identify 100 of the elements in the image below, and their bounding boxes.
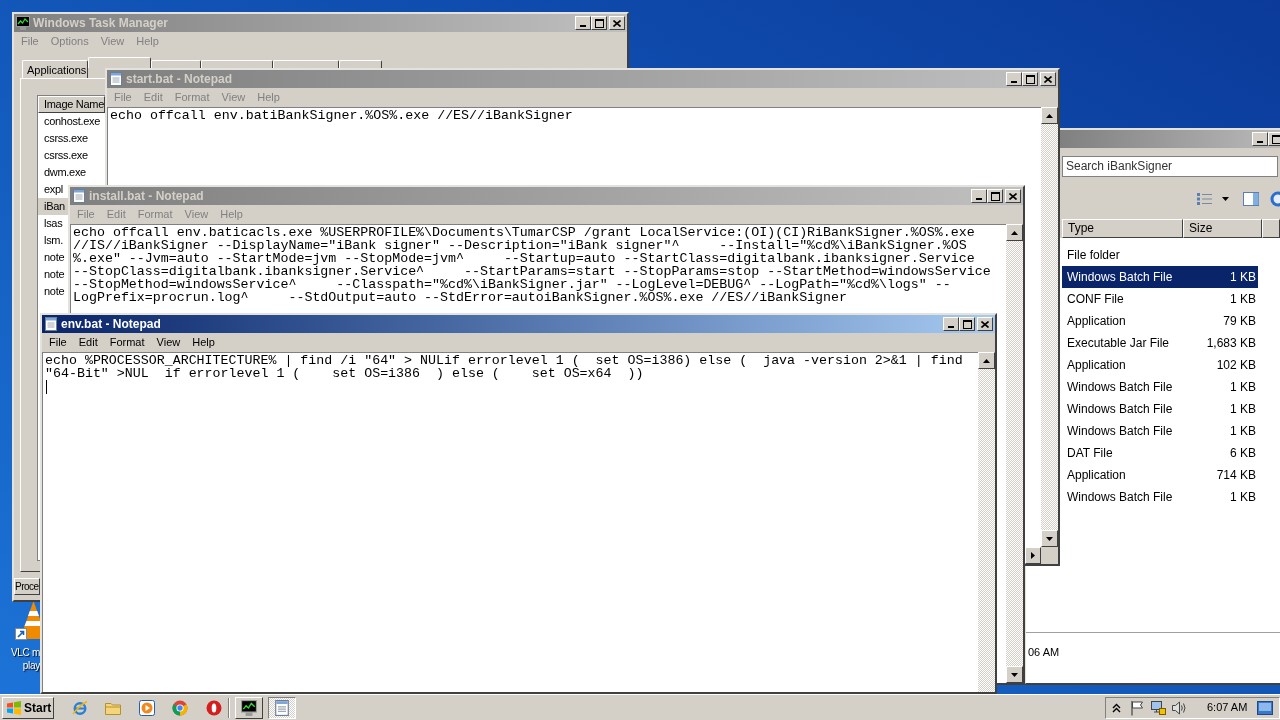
circle-icon[interactable] [1270, 191, 1280, 207]
shortcut-arrow-icon [15, 628, 27, 640]
file-row[interactable]: CONF File 1 KB [1062, 288, 1258, 310]
shortcut-label[interactable]: play [22, 659, 40, 672]
file-type: Application [1066, 357, 1127, 374]
maximize-button[interactable] [1022, 72, 1038, 86]
column-header[interactable]: Size [1183, 219, 1262, 238]
column-header[interactable] [1262, 219, 1280, 238]
text-line: --StopClass=digitalbank.ibanksigner.Service^ --StartParams=start --StopParams=stop --StartMethod=windowsService [73, 265, 991, 278]
list-view-icon[interactable] [1196, 192, 1212, 206]
flag-icon[interactable] [1130, 699, 1144, 716]
file-row[interactable]: Windows Batch File 1 KB [1062, 420, 1258, 442]
process-row[interactable]: dwm.exe [38, 164, 105, 181]
process-row[interactable]: note [38, 283, 68, 300]
up-arrow-icon [1046, 113, 1053, 118]
scroll-up-button[interactable] [978, 352, 995, 369]
process-row[interactable]: csrss.exe [38, 147, 105, 164]
column-header[interactable]: Image Name [38, 96, 105, 113]
preview-pane-icon[interactable] [1243, 192, 1259, 206]
file-row[interactable]: Windows Batch File 1 KB [1062, 398, 1258, 420]
window-title: Windows Task Manager [33, 16, 169, 30]
scroll-down-button[interactable] [1006, 666, 1023, 683]
segmented-circle-icon[interactable] [172, 699, 188, 716]
windows-logo-icon [6, 699, 22, 716]
close-button[interactable] [1040, 72, 1056, 86]
window-title: start.bat - Notepad [126, 72, 232, 86]
close-button[interactable] [977, 317, 993, 331]
tab[interactable]: Applications [22, 60, 88, 78]
process-button[interactable]: Proce [14, 577, 40, 595]
text-line: echo offcall env.batiBankSigner.%OS%.exe //ES//iBankSigner [110, 109, 573, 122]
text-line: //IS//iBankSigner --DisplayName="iBank signer" --Description="iBank signer"^ --Install="%cd%\iBankSigner.%OS [73, 239, 967, 252]
process-row[interactable]: iBan [38, 198, 68, 215]
file-row[interactable]: Windows Batch File 1 KB [1062, 266, 1258, 288]
file-row[interactable]: Application 102 KB [1062, 354, 1258, 376]
process-row[interactable]: expl [38, 181, 68, 198]
file-row[interactable]: File folder [1062, 244, 1258, 266]
window-title: env.bat - Notepad [61, 317, 161, 331]
vertical-scrollbar[interactable] [1041, 107, 1058, 547]
maximize-icon [1025, 74, 1035, 84]
menu-item[interactable]: View [150, 335, 187, 350]
maximize-button[interactable] [959, 317, 975, 331]
maximize-button[interactable] [1268, 132, 1280, 146]
process-row[interactable]: csrss.exe [38, 130, 105, 147]
up-arrow-icon [983, 358, 990, 363]
menu-item[interactable]: Edit [72, 335, 104, 350]
scroll-up-button[interactable] [1041, 107, 1058, 124]
process-row[interactable]: lsm. [38, 232, 68, 249]
menu-item[interactable]: Help [186, 335, 221, 350]
maximize-button[interactable] [987, 189, 1003, 203]
close-icon [613, 19, 621, 27]
file-type: Windows Batch File [1066, 401, 1174, 418]
minimize-button[interactable] [575, 16, 591, 30]
caret-down-icon[interactable] [1222, 197, 1229, 201]
clock[interactable]: 6:07 AM [1207, 699, 1248, 716]
vertical-scrollbar[interactable] [978, 352, 995, 692]
shortcut-label[interactable]: VLC m [10, 646, 40, 659]
maximize-button[interactable] [591, 16, 607, 30]
file-row[interactable]: Application 714 KB [1062, 464, 1258, 486]
scroll-up-button[interactable] [1006, 224, 1023, 241]
file-row[interactable]: DAT File 6 KB [1062, 442, 1258, 464]
down-arrow-icon [1011, 672, 1018, 677]
search-field[interactable]: Search iBankSigner [1062, 155, 1278, 177]
menu-item[interactable]: File [43, 335, 73, 350]
play-icon[interactable] [139, 699, 155, 716]
process-row[interactable]: conhost.exe [38, 113, 105, 130]
file-size: 714 KB [1215, 467, 1256, 484]
ring-icon[interactable] [206, 699, 222, 716]
monitor-icon [241, 699, 257, 716]
up-arrow-icon [1011, 230, 1018, 235]
maximize-icon [1271, 134, 1280, 144]
file-size: 102 KB [1215, 357, 1256, 374]
scroll-right-button[interactable] [1025, 547, 1041, 564]
chevron-up-icon[interactable] [1112, 702, 1121, 713]
network-icon[interactable] [1150, 699, 1166, 716]
file-type: Application [1066, 313, 1127, 330]
maximize-icon [962, 319, 972, 329]
process-row[interactable]: note [38, 266, 68, 283]
minimize-button[interactable] [943, 317, 959, 331]
file-type: Windows Batch File [1066, 269, 1174, 286]
minimize-button[interactable] [1006, 72, 1022, 86]
close-button[interactable] [609, 16, 625, 30]
vertical-scrollbar[interactable] [1006, 224, 1023, 683]
file-row[interactable]: Executable Jar File 1,683 KB [1062, 332, 1258, 354]
menu-item[interactable]: Format [103, 335, 151, 350]
notepad-icon [274, 699, 290, 716]
minimize-button[interactable] [971, 189, 987, 203]
start-button[interactable]: Start [2, 696, 54, 719]
column-header[interactable]: Type [1062, 219, 1183, 238]
file-row[interactable]: Windows Batch File 1 KB [1062, 376, 1258, 398]
minimize-button[interactable] [1252, 132, 1268, 146]
down-arrow-icon [1046, 536, 1053, 541]
process-row[interactable]: note [38, 249, 68, 266]
close-button[interactable] [1005, 189, 1021, 203]
scroll-down-button[interactable] [1041, 530, 1058, 547]
speaker-icon[interactable] [1171, 699, 1187, 716]
file-row[interactable]: Windows Batch File 1 KB [1062, 486, 1258, 508]
process-row[interactable]: lsas [38, 215, 68, 232]
file-row[interactable]: Application 79 KB [1062, 310, 1258, 332]
globe-icon[interactable] [72, 699, 88, 716]
desktop-icon[interactable] [1257, 700, 1274, 715]
